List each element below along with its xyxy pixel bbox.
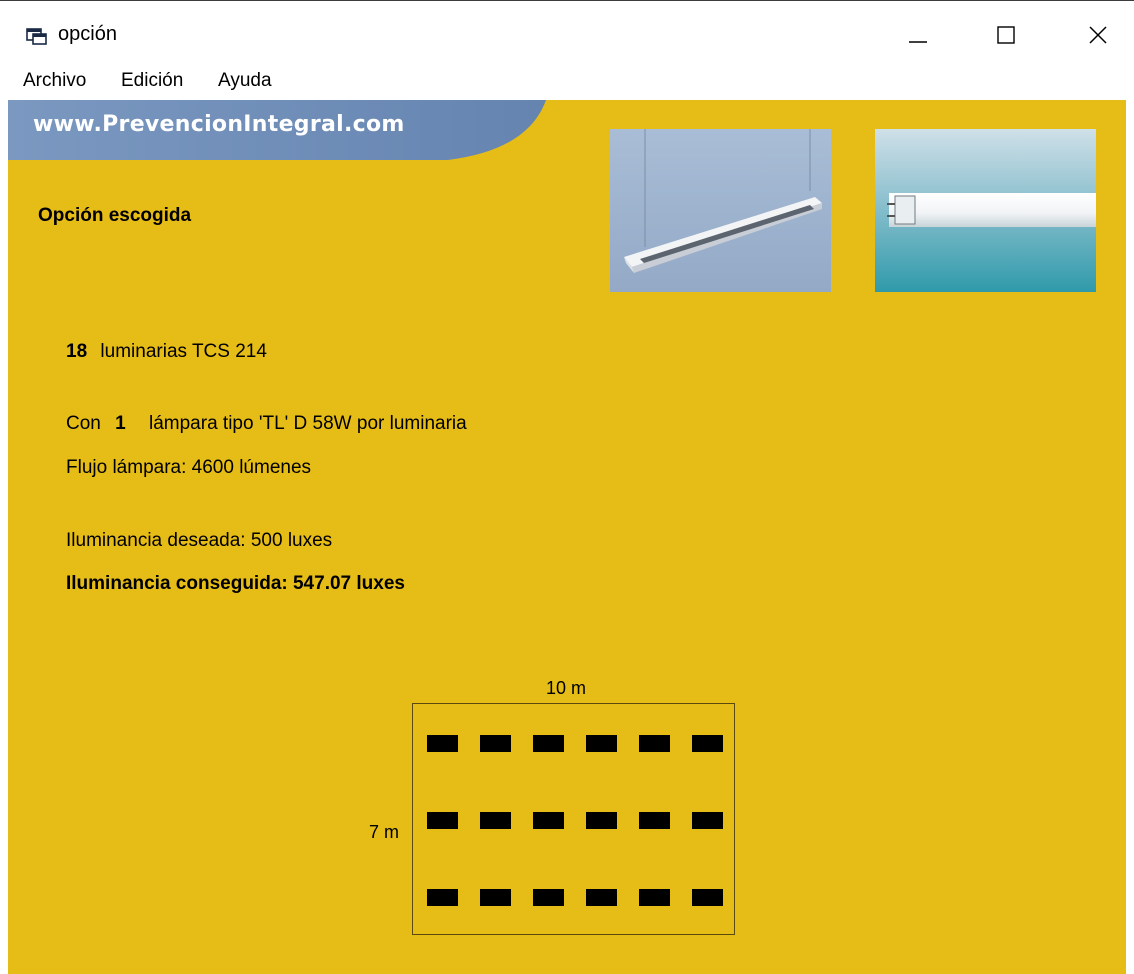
lamps-line: Con 1 lámpara tipo 'TL' D 58W por lumina…	[66, 413, 467, 435]
luminaire-mark	[427, 735, 458, 752]
room-height-label: 7 m	[369, 822, 400, 842]
app-window-icon	[26, 27, 48, 45]
luminaire-count-line: 18 luminarias TCS 214	[66, 341, 267, 363]
luminaire-model: luminarias TCS 214	[100, 341, 267, 362]
content-area: www.PrevencionIntegral.com Opción escogi…	[8, 100, 1126, 974]
close-icon	[1089, 26, 1107, 44]
luminaire-mark	[533, 889, 564, 906]
website-banner: www.PrevencionIntegral.com	[8, 100, 553, 165]
luminaire-mark	[480, 735, 511, 752]
luminaire-mark	[692, 812, 723, 829]
luminaire-mark	[533, 735, 564, 752]
luminaire-mark	[480, 812, 511, 829]
luminaire-image	[610, 129, 831, 292]
achieved-illuminance: Iluminancia conseguida: 547.07 luxes	[66, 573, 405, 594]
luminaire-count: 18	[66, 341, 88, 362]
maximize-icon	[997, 26, 1015, 44]
menu-archivo[interactable]: Archivo	[23, 70, 86, 92]
luminaire-mark	[639, 889, 670, 906]
luminaire-mark	[480, 889, 511, 906]
close-button[interactable]	[1075, 17, 1121, 53]
luminaire-mark	[692, 735, 723, 752]
luminaire-mark	[586, 889, 617, 906]
lamp-flux: Flujo lámpara: 4600 lúmenes	[66, 457, 312, 478]
luminaire-mark	[586, 735, 617, 752]
room-width-label: 10 m	[546, 678, 587, 698]
minimize-button[interactable]	[895, 17, 941, 53]
luminaire-mark	[639, 735, 670, 752]
luminaire-mark	[427, 812, 458, 829]
maximize-button[interactable]	[983, 17, 1029, 53]
luminaire-mark	[639, 812, 670, 829]
fluorescent-tube-image	[875, 129, 1096, 292]
minimize-icon	[909, 41, 927, 43]
title-bar: opción	[0, 0, 1134, 66]
luminaire-mark	[427, 889, 458, 906]
lamps-prefix: Con	[66, 413, 101, 434]
lamps-count: 1	[115, 413, 126, 434]
luminaire-mark	[692, 889, 723, 906]
window-title: opción	[58, 23, 117, 45]
menu-edicion[interactable]: Edición	[121, 70, 183, 92]
luminaire-mark	[533, 812, 564, 829]
menu-bar: Archivo Edición Ayuda	[0, 66, 1134, 100]
desired-illuminance: Iluminancia deseada: 500 luxes	[66, 530, 333, 551]
page-heading: Opción escogida	[38, 205, 192, 226]
website-url: www.PrevencionIntegral.com	[33, 112, 405, 137]
luminaire-mark	[586, 812, 617, 829]
room-outline	[412, 703, 735, 935]
menu-ayuda[interactable]: Ayuda	[218, 70, 272, 92]
lamp-type: lámpara tipo 'TL' D 58W por luminaria	[149, 413, 467, 434]
